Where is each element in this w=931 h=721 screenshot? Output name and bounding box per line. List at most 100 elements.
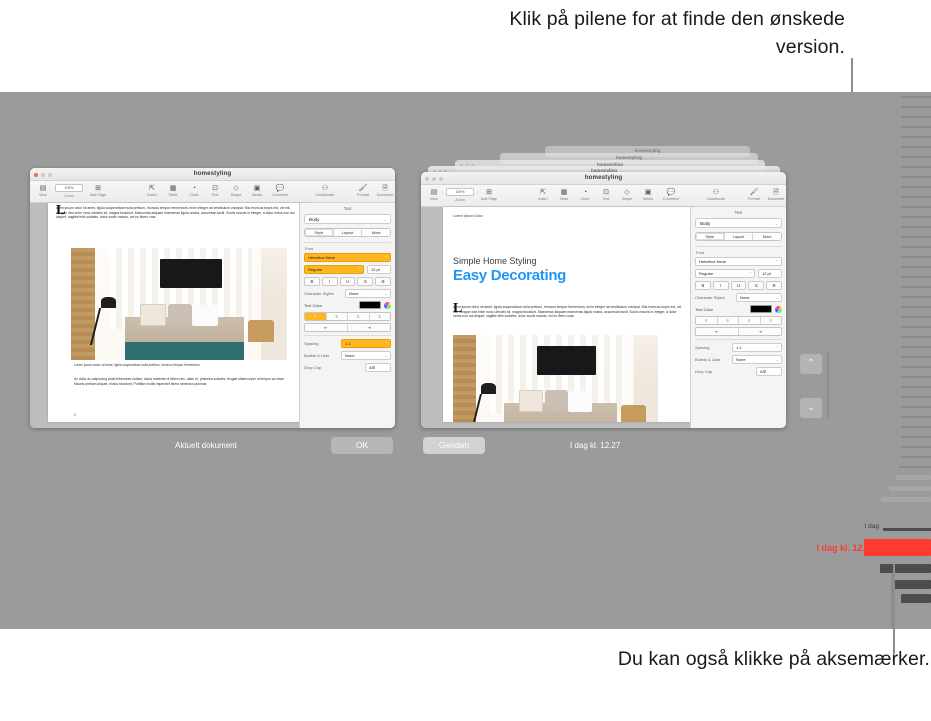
tab-style[interactable]: Style <box>305 229 334 236</box>
text-color-swatch[interactable] <box>359 301 381 309</box>
selected-version-window[interactable]: homestyling ▤ View 109% Zoom ⊞ Add Page … <box>421 172 786 428</box>
window-toolbar[interactable]: ▤ View 109% Zoom ⊞ Add Page ⇱ Insert ▦ T… <box>421 185 786 207</box>
timeline-tick[interactable] <box>901 206 931 208</box>
timeline-tick[interactable] <box>901 376 931 378</box>
dropcap-style-dropdown[interactable]: A☰ <box>365 363 391 372</box>
timeline-tick[interactable] <box>901 106 931 108</box>
timeline-tick[interactable] <box>901 436 931 438</box>
zoom-dropdown[interactable]: 109% <box>55 184 83 192</box>
toolbar-add-page-button[interactable]: ⊞ Add Page <box>477 188 501 201</box>
italic-button[interactable]: I <box>321 277 338 286</box>
outdent-button[interactable]: ⇤ <box>305 324 348 331</box>
timeline-tick[interactable] <box>901 594 931 603</box>
timeline-tick[interactable] <box>896 475 931 480</box>
tab-style[interactable]: Style <box>696 233 725 240</box>
toolbar-format-button[interactable]: 🖌 Format <box>743 188 765 201</box>
font-weight-dropdown[interactable]: Regular ⌃ <box>304 265 364 274</box>
timeline-tick[interactable] <box>901 226 931 228</box>
toolbar-table-button[interactable]: ▦ Table <box>164 184 182 197</box>
timeline-tick[interactable] <box>901 216 931 218</box>
bullets-dropdown[interactable]: None ⌄ <box>341 351 391 360</box>
font-style-buttons[interactable]: B I U S ⚙ <box>695 281 782 290</box>
indent-buttons[interactable]: ⇤ ⇥ <box>695 327 782 336</box>
strikethrough-button[interactable]: S <box>357 277 374 286</box>
bold-button[interactable]: B <box>304 277 320 286</box>
timeline-tick[interactable] <box>901 456 931 458</box>
strikethrough-button[interactable]: S <box>748 281 765 290</box>
timeline-tick[interactable] <box>901 246 931 248</box>
timeline-tick[interactable] <box>901 366 931 368</box>
align-right-button[interactable]: ≡ <box>739 317 761 324</box>
font-size-field[interactable]: 12 pt <box>758 269 782 278</box>
toolbar-document-button[interactable]: 🗎 Document <box>765 188 786 201</box>
timeline-tick[interactable] <box>901 316 931 318</box>
indent-button[interactable]: ⇥ <box>739 328 781 335</box>
timeline-tick[interactable] <box>901 336 931 338</box>
align-left-button[interactable]: ≡ <box>305 313 327 320</box>
align-justify-button[interactable]: ≡ <box>369 313 390 320</box>
spacing-field[interactable]: 1.1 ⌃ <box>341 339 391 348</box>
timeline-tick-today[interactable] <box>883 528 931 531</box>
character-styles-dropdown[interactable]: None ⌄ <box>345 289 391 298</box>
timeline-tick[interactable] <box>901 276 931 278</box>
timeline-tick[interactable] <box>901 396 931 398</box>
window-titlebar[interactable]: homestyling <box>421 172 786 185</box>
align-justify-button[interactable]: ≡ <box>760 317 781 324</box>
toolbar-collaborate-button[interactable]: ⚇ Collaborate <box>311 184 339 197</box>
align-left-button[interactable]: ≡ <box>696 317 718 324</box>
text-options-button[interactable]: ⚙ <box>766 281 782 290</box>
timeline-tick[interactable] <box>901 236 931 238</box>
tab-more[interactable]: More <box>753 233 781 240</box>
align-center-button[interactable]: ≡ <box>717 317 739 324</box>
toolbar-table-button[interactable]: ▦ Table <box>555 188 573 201</box>
document-photo[interactable] <box>71 248 287 360</box>
stepper-icon[interactable]: ⌃ <box>749 270 752 278</box>
indent-button[interactable]: ⇥ <box>348 324 390 331</box>
toolbar-text-button[interactable]: ⊡ Text <box>206 184 224 197</box>
tab-layout[interactable]: Layout <box>333 229 363 236</box>
toolbar-media-button[interactable]: ▣ Media <box>639 188 657 201</box>
document-canvas[interactable]: orem ipsum dolor sit amet, ligula suspen… <box>30 203 395 428</box>
format-sidebar[interactable]: Text Body ⌄ Style Layout More Font Helve… <box>299 203 395 428</box>
stepper-icon[interactable]: ⌃ <box>776 258 779 266</box>
text-color-swatch[interactable] <box>750 305 772 313</box>
underline-button[interactable]: U <box>339 277 356 286</box>
stepper-icon[interactable]: ⌃ <box>385 340 388 348</box>
text-options-button[interactable]: ⚙ <box>375 277 391 286</box>
outdent-button[interactable]: ⇤ <box>696 328 739 335</box>
timeline-tick[interactable] <box>901 96 931 98</box>
toolbar-format-button[interactable]: 🖌 Format <box>352 184 374 197</box>
format-sidebar[interactable]: Text Body ⌄ Style Layout More Font Helve… <box>690 207 786 428</box>
next-version-arrow-button[interactable]: ⌄ <box>800 398 822 418</box>
previous-version-arrow-button[interactable]: ⌃ <box>800 354 822 374</box>
font-style-buttons[interactable]: B I U S ⚙ <box>304 277 391 286</box>
window-titlebar[interactable]: homestyling <box>30 168 395 181</box>
timeline-tick[interactable] <box>901 116 931 118</box>
timeline-tick[interactable] <box>901 406 931 408</box>
toolbar-shape-button[interactable]: ◇ Shape <box>618 188 636 201</box>
timeline-tick[interactable] <box>901 306 931 308</box>
document-canvas[interactable]: Lorem Ipsum Dolor Simple Home Styling Ea… <box>421 207 786 428</box>
toolbar-insert-button[interactable]: ⇱ Insert <box>534 188 552 201</box>
timeline-tick[interactable] <box>901 146 931 148</box>
timeline-tick[interactable] <box>901 196 931 198</box>
toolbar-comment-button[interactable]: 💬 Comment <box>269 184 291 197</box>
timeline-tick[interactable] <box>901 426 931 428</box>
timeline-tick[interactable] <box>901 266 931 268</box>
format-tabs[interactable]: Style Layout More <box>304 228 391 237</box>
timeline-tick[interactable] <box>901 326 931 328</box>
timeline-tick[interactable] <box>901 256 931 258</box>
zoom-dropdown[interactable]: 109% <box>446 188 474 196</box>
window-toolbar[interactable]: ▤ View 109% Zoom ⊞ Add Page ⇱ Insert ▦ T… <box>30 181 395 203</box>
timeline-tick[interactable] <box>901 176 931 178</box>
toolbar-collaborate-button[interactable]: ⚇ Collaborate <box>702 188 730 201</box>
timeline-tick[interactable] <box>881 497 931 502</box>
stepper-icon[interactable]: ⌃ <box>385 254 388 262</box>
paragraph-style-dropdown[interactable]: Body ⌄ <box>695 218 782 228</box>
format-tabs[interactable]: Style Layout More <box>695 232 782 241</box>
text-color-row[interactable]: Text Color <box>695 305 782 313</box>
timeline-tick[interactable] <box>901 346 931 348</box>
timeline-tick[interactable] <box>901 126 931 128</box>
timeline-tick[interactable] <box>901 286 931 288</box>
font-size-field[interactable]: 12 pt <box>367 265 391 274</box>
